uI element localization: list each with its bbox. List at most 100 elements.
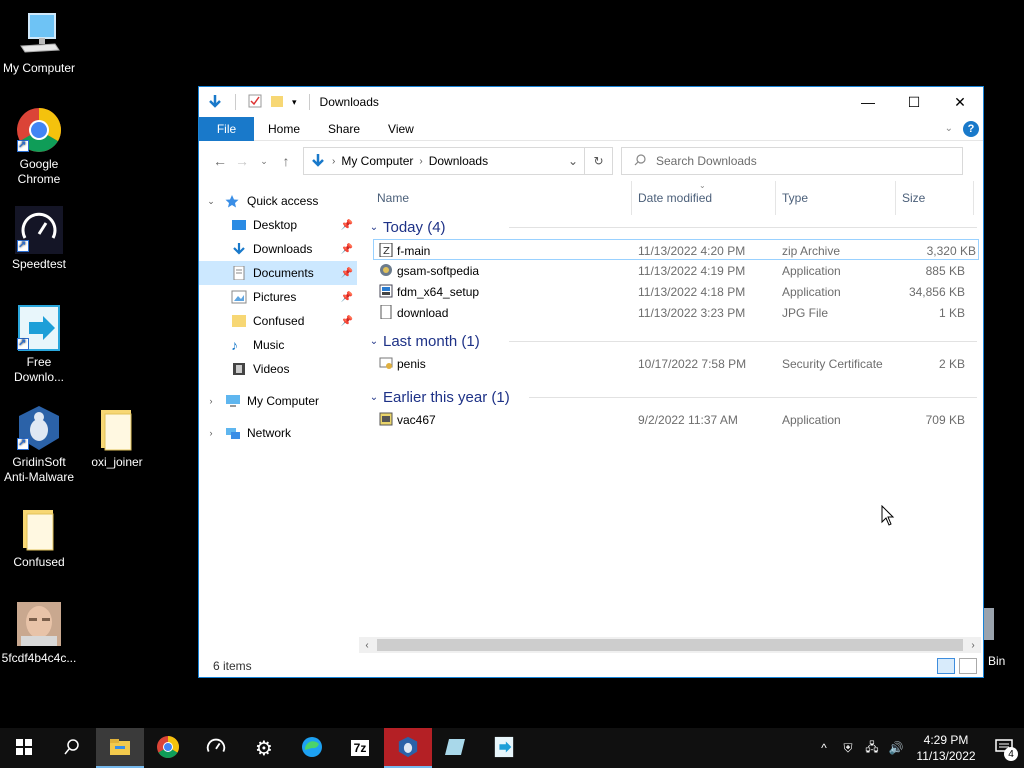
taskbar-edge[interactable] — [288, 728, 336, 768]
nav-item-network[interactable]: › Network — [199, 421, 357, 445]
ribbon-right: ⌄ ? — [945, 120, 983, 137]
desktop-icon-label: Free Downlo... — [13, 355, 65, 384]
search-box[interactable]: Search Downloads — [621, 147, 963, 175]
volume-icon[interactable]: 🔊 — [884, 741, 908, 755]
scrollbar-thumb[interactable] — [377, 639, 963, 651]
file-row[interactable]: Z f-main 11/13/2022 4:20 PM zip Archive … — [373, 239, 979, 260]
desktop-icon-gridinsoft-anti-malware[interactable]: GridinSoft Anti-Malware — [0, 404, 78, 485]
nav-item-my-computer[interactable]: › My Computer — [199, 389, 357, 413]
desktop-icon-oxi-joiner[interactable]: oxi_joiner — [78, 404, 156, 470]
tab-file[interactable]: File — [199, 116, 254, 141]
nav-item-desktop[interactable]: Desktop 📌 — [199, 213, 357, 237]
help-icon[interactable]: ? — [963, 120, 979, 137]
file-row[interactable]: gsam-softpedia 11/13/2022 4:19 PM Applic… — [359, 260, 983, 281]
file-row[interactable]: penis 10/17/2022 7:58 PM Security Certif… — [359, 353, 983, 374]
collapse-chevron-icon[interactable]: ⌄ — [205, 196, 217, 207]
group-collapse-chevron-icon[interactable]: ⌄ — [365, 392, 383, 403]
taskbar-free-download-manager[interactable] — [480, 728, 528, 768]
action-center-button[interactable]: 4 — [984, 728, 1024, 768]
clock[interactable]: 4:29 PM 11/13/2022 — [908, 732, 984, 764]
breadcrumb-my-computer[interactable]: My Computer — [335, 154, 419, 168]
tab-view[interactable]: View — [374, 122, 428, 136]
expand-chevron-icon[interactable]: › — [205, 396, 217, 406]
up-arrow-icon[interactable]: ↑ — [275, 153, 297, 169]
forward-arrow-icon[interactable]: → — [231, 153, 253, 169]
customize-toolbar-dropdown-icon[interactable]: ▾ — [292, 97, 297, 108]
column-header-date[interactable]: Date modified — [638, 191, 712, 205]
nav-item-confused[interactable]: Confused 📌 — [199, 309, 357, 333]
nav-item-music[interactable]: ♪ Music — [199, 333, 357, 357]
desktop-icon-free-download-manager[interactable]: Free Downlo... — [0, 304, 78, 385]
desktop-icon-image-file[interactable]: 5fcdf4b4c4c... — [0, 600, 78, 666]
scroll-left-arrow-icon[interactable]: ‹ — [359, 640, 375, 651]
pin-icon[interactable]: 📌 — [341, 268, 353, 279]
group-collapse-chevron-icon[interactable]: ⌄ — [365, 336, 383, 347]
quick-access-down-arrow-icon[interactable] — [207, 93, 223, 112]
desktop-icon-my-computer[interactable]: My Computer — [0, 10, 78, 76]
taskbar-file-explorer[interactable] — [96, 728, 144, 768]
group-header-today[interactable]: ⌄ Today (4) — [359, 215, 983, 239]
tab-home[interactable]: Home — [254, 122, 314, 136]
properties-icon[interactable] — [248, 94, 262, 111]
refresh-icon[interactable]: ↻ — [584, 148, 612, 174]
back-arrow-icon[interactable]: ← — [209, 153, 231, 169]
column-separator[interactable] — [775, 181, 776, 215]
file-row[interactable]: fdm_x64_setup 11/13/2022 4:18 PM Applica… — [359, 281, 983, 302]
desktop-icon-recycle-bin[interactable]: Bin — [980, 606, 1024, 670]
pin-icon[interactable]: 📌 — [341, 292, 353, 303]
desktop-icon-label: GridinSoft Anti-Malware — [3, 455, 75, 484]
group-header-earlier-this-year[interactable]: ⌄ Earlier this year (1) — [359, 385, 983, 409]
column-separator[interactable] — [973, 181, 974, 215]
window-controls: — ☐ ✕ — [845, 87, 983, 117]
nav-item-quick-access[interactable]: ⌄ Quick access — [199, 189, 357, 213]
taskbar-chrome[interactable] — [144, 728, 192, 768]
new-folder-icon[interactable] — [270, 94, 284, 111]
pin-icon[interactable]: 📌 — [341, 244, 353, 255]
details-view-icon[interactable] — [937, 658, 955, 674]
expand-chevron-icon[interactable]: › — [205, 428, 217, 438]
minimize-button[interactable]: — — [845, 87, 891, 117]
column-header-name[interactable]: Name — [377, 191, 409, 205]
maximize-button[interactable]: ☐ — [891, 87, 937, 117]
column-separator[interactable] — [631, 181, 632, 215]
address-bar[interactable]: › My Computer › Downloads ⌄ ↻ — [303, 147, 613, 175]
address-dropdown-icon[interactable]: ⌄ — [562, 154, 584, 168]
taskbar-gridinsoft[interactable] — [384, 728, 432, 768]
file-row[interactable]: vac467 9/2/2022 11:37 AM Application 709… — [359, 409, 983, 430]
pin-icon[interactable]: 📌 — [341, 316, 353, 327]
search-button[interactable] — [48, 728, 96, 768]
desktop-icon-speedtest[interactable]: Speedtest — [0, 206, 78, 272]
desktop-icon-confused[interactable]: Confused — [0, 504, 78, 570]
nav-item-pictures[interactable]: Pictures 📌 — [199, 285, 357, 309]
start-button[interactable] — [0, 728, 48, 768]
tab-share[interactable]: Share — [314, 122, 374, 136]
column-separator[interactable] — [895, 181, 896, 215]
taskbar-7zip[interactable]: 7z — [336, 728, 384, 768]
file-name: vac467 — [397, 413, 436, 427]
group-collapse-chevron-icon[interactable]: ⌄ — [365, 222, 383, 233]
taskbar-settings[interactable]: ⚙ — [240, 728, 288, 768]
show-hidden-icons-chevron-icon[interactable]: ^ — [812, 741, 836, 755]
nav-item-videos[interactable]: Videos — [199, 357, 357, 381]
pictures-folder-icon — [231, 290, 247, 304]
taskbar-speedtest[interactable] — [192, 728, 240, 768]
group-header-last-month[interactable]: ⌄ Last month (1) — [359, 329, 983, 353]
large-icons-view-icon[interactable] — [959, 658, 977, 674]
desktop-icon-google-chrome[interactable]: Google Chrome — [0, 106, 78, 187]
recent-locations-chevron-icon[interactable]: ⌄ — [253, 156, 275, 167]
security-shield-icon[interactable]: ⛨ — [836, 741, 860, 756]
taskbar-notepad[interactable] — [432, 728, 480, 768]
desktop-icon-label: Google Chrome — [17, 157, 61, 186]
nav-item-downloads[interactable]: Downloads 📌 — [199, 237, 357, 261]
close-button[interactable]: ✕ — [937, 87, 983, 117]
horizontal-scrollbar[interactable]: ‹ › — [359, 637, 981, 653]
pin-icon[interactable]: 📌 — [341, 220, 353, 231]
scroll-right-arrow-icon[interactable]: › — [965, 640, 981, 651]
nav-item-documents[interactable]: Documents 📌 — [199, 261, 357, 285]
breadcrumb-downloads[interactable]: Downloads — [423, 154, 494, 168]
network-icon[interactable]: 🖧 — [860, 738, 884, 759]
column-header-type[interactable]: Type — [782, 191, 808, 205]
column-header-size[interactable]: Size — [902, 191, 925, 205]
file-row[interactable]: download 11/13/2022 3:23 PM JPG File 1 K… — [359, 302, 983, 323]
expand-ribbon-chevron-icon[interactable]: ⌄ — [945, 123, 953, 134]
